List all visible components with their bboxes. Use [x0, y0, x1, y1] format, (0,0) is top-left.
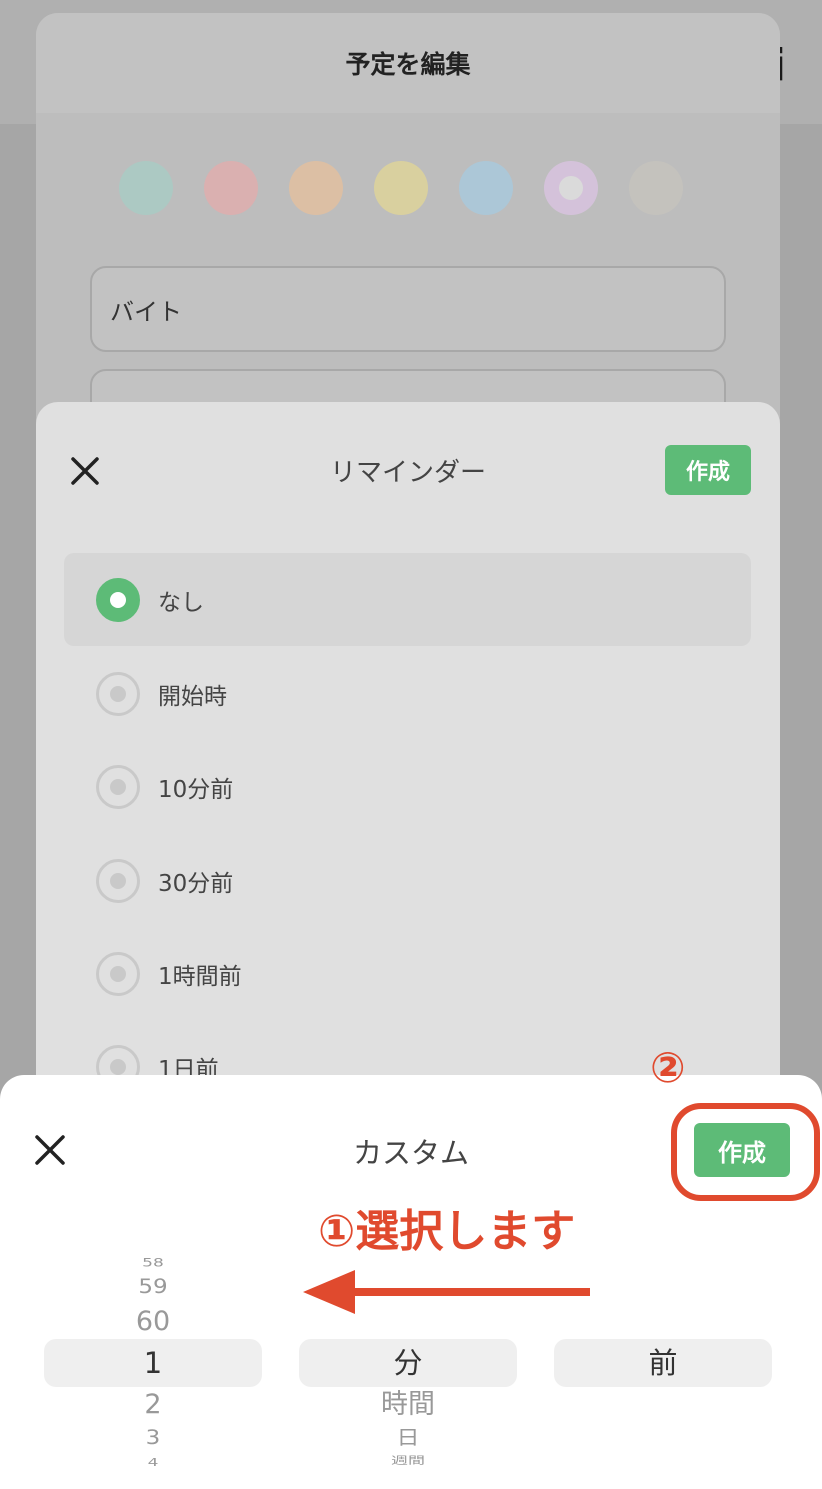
reminder-option-none[interactable]: なし [64, 553, 751, 646]
reminder-option-label: なし [158, 589, 204, 616]
radio-selected-icon [96, 577, 140, 622]
picker-value: 時間 [381, 1389, 435, 1420]
picker-value: 59 [138, 1276, 168, 1299]
reminder-option-label: 開始時 [158, 683, 227, 710]
direction-picker[interactable]: 前 [554, 1075, 772, 1489]
radio-icon [96, 858, 140, 903]
edit-sheet-title: 予定を編集 [345, 50, 471, 79]
reminder-option-label: 1時間前 [158, 963, 242, 990]
color-swatch[interactable] [374, 161, 428, 215]
unit-picker[interactable]: 分 時間 日 週間 [299, 1075, 517, 1489]
reminder-option-30min[interactable]: 30分前 [64, 834, 751, 927]
custom-reminder-sheet: カスタム ② 作成 ①選択します 58 59 60 1 2 3 4 分 時間 日… [0, 1043, 822, 1489]
color-swatch[interactable] [204, 161, 258, 215]
radio-icon [96, 951, 140, 996]
reminder-option-start[interactable]: 開始時 [64, 647, 751, 740]
radio-icon [96, 764, 140, 809]
number-picker[interactable]: 58 59 60 1 2 3 4 [44, 1075, 262, 1489]
picker-value: 2 [144, 1389, 162, 1420]
picker-value: 4 [147, 1457, 159, 1470]
reminder-option-label: 30分前 [158, 870, 234, 897]
picker-value: 週間 [391, 1455, 425, 1468]
picker-value: 日 [396, 1427, 420, 1450]
color-swatch[interactable] [459, 161, 513, 215]
edit-sheet-header: 予定を編集 [36, 13, 780, 113]
color-swatch[interactable] [119, 161, 173, 215]
picker-value: 3 [145, 1427, 161, 1450]
color-swatch[interactable] [629, 161, 683, 215]
reminder-option-1hour[interactable]: 1時間前 [64, 927, 751, 1020]
picker-selected-value: 1 [143, 1346, 163, 1380]
reminder-option-label: 10分前 [158, 776, 234, 803]
color-swatch[interactable] [289, 161, 343, 215]
event-title-field[interactable]: バイト [90, 266, 726, 352]
picker-selected-value: 前 [648, 1346, 678, 1380]
picker-selected-value: 分 [393, 1346, 423, 1380]
color-swatch[interactable] [544, 161, 598, 215]
picker-value: 58 [142, 1256, 164, 1271]
reminder-option-10min[interactable]: 10分前 [64, 740, 751, 833]
radio-icon [96, 671, 140, 716]
picker-value: 60 [135, 1306, 171, 1337]
color-selector [119, 161, 683, 215]
reminder-create-button[interactable]: 作成 [665, 445, 751, 495]
